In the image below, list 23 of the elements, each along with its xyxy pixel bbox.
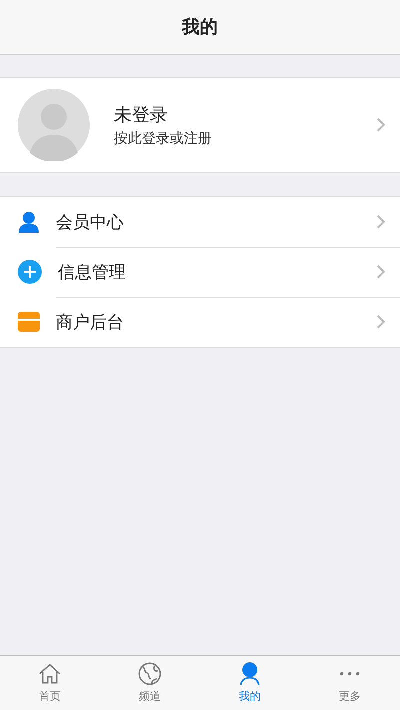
menu-item[interactable]: 信息管理 bbox=[0, 247, 400, 297]
menu-item[interactable]: 会员中心 bbox=[0, 197, 400, 247]
menu-item[interactable]: 商户后台 bbox=[0, 297, 400, 347]
chevron-icon bbox=[376, 214, 386, 230]
tab[interactable]: 更多 bbox=[300, 656, 400, 710]
home-icon bbox=[38, 662, 62, 686]
person-icon bbox=[18, 211, 40, 233]
chevron-icon bbox=[376, 117, 386, 133]
avatar-icon bbox=[18, 89, 90, 161]
more-icon bbox=[340, 672, 360, 676]
plus-icon bbox=[18, 260, 42, 284]
profile-card[interactable]: 未登录 按此登录或注册 bbox=[0, 77, 400, 173]
page-title: 我的 bbox=[182, 16, 218, 39]
globe-icon bbox=[138, 662, 162, 686]
user-name: 未登录 bbox=[114, 104, 168, 126]
tab[interactable]: 我的 bbox=[200, 656, 300, 710]
login-hint: 按此登录或注册 bbox=[114, 130, 212, 148]
chevron-icon bbox=[376, 264, 386, 280]
person-icon bbox=[238, 662, 262, 686]
tab[interactable]: 首页 bbox=[0, 656, 100, 710]
chevron-icon bbox=[376, 314, 386, 330]
store-icon bbox=[18, 311, 40, 333]
tab[interactable]: 频道 bbox=[100, 656, 200, 710]
